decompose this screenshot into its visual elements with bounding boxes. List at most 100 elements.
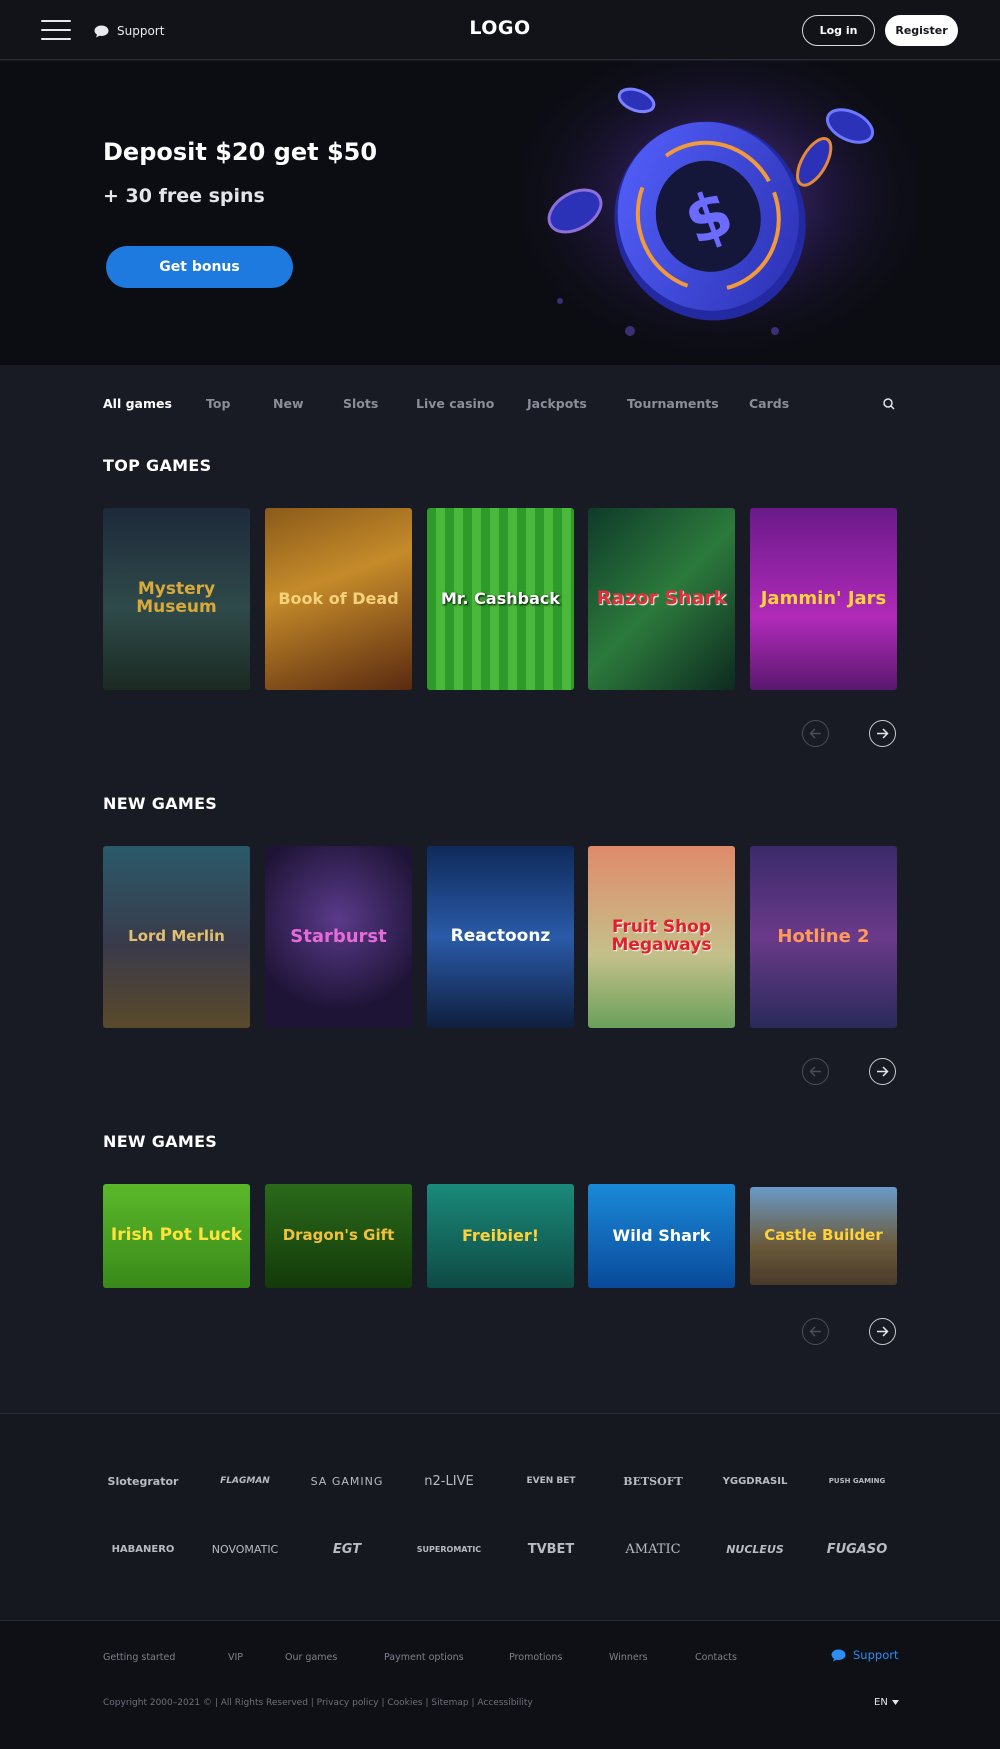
footer-link[interactable]: Contacts bbox=[695, 1652, 755, 1663]
provider-logo[interactable]: Slotegrator bbox=[93, 1466, 193, 1496]
carousel-prev-button[interactable] bbox=[802, 1058, 829, 1085]
arrow-right-icon bbox=[877, 1066, 889, 1077]
tab-live-casino[interactable]: Live casino bbox=[416, 396, 527, 414]
game-title: Dragon's Gift bbox=[282, 1226, 395, 1245]
footer-link[interactable]: Getting started bbox=[103, 1652, 228, 1663]
footer-link[interactable]: Winners bbox=[609, 1652, 695, 1663]
language-selector[interactable]: EN bbox=[874, 1697, 899, 1708]
section-title: NEW GAMES bbox=[103, 1132, 218, 1151]
provider-name: FLAGMAN bbox=[220, 1476, 270, 1486]
copyright-text: Copyright 2000–2021 © | All Rights Reser… bbox=[103, 1698, 533, 1708]
site-logo[interactable]: LOGO bbox=[440, 17, 560, 39]
game-tile[interactable]: Book of Dead bbox=[265, 508, 412, 690]
provider-name: SUPEROMATIC bbox=[416, 1544, 482, 1554]
provider-logo[interactable]: YGGDRASIL bbox=[705, 1466, 805, 1496]
support-link[interactable]: Support bbox=[94, 20, 164, 42]
footer-support-link[interactable]: Support bbox=[831, 1648, 898, 1662]
game-tile[interactable]: Starburst bbox=[265, 846, 412, 1028]
tab-tournaments[interactable]: Tournaments bbox=[627, 396, 749, 414]
provider-name: SA GAMING bbox=[310, 1474, 384, 1488]
chevron-down-icon bbox=[891, 1700, 899, 1705]
game-title: Mystery Museum bbox=[136, 579, 217, 617]
tab-top[interactable]: Top bbox=[206, 396, 273, 414]
provider-name: NOVOMATIC bbox=[211, 1542, 279, 1556]
game-title: Castle Builder bbox=[764, 1226, 883, 1245]
provider-logo[interactable]: NUCLEUS bbox=[705, 1534, 805, 1564]
provider-logo[interactable]: SA GAMING bbox=[297, 1466, 397, 1496]
site-footer bbox=[0, 1620, 1000, 1749]
game-title: Book of Dead bbox=[278, 588, 399, 608]
footer-link[interactable]: Payment options bbox=[384, 1652, 509, 1663]
game-title: Starburst bbox=[290, 925, 387, 947]
game-tile[interactable]: Irish Pot Luck bbox=[103, 1184, 250, 1288]
provider-logo[interactable]: EVEN BET bbox=[501, 1466, 601, 1496]
footer-nav: Getting started VIP Our games Payment op… bbox=[103, 1652, 755, 1663]
provider-logo[interactable]: FLAGMAN bbox=[195, 1466, 295, 1496]
tab-slots[interactable]: Slots bbox=[343, 396, 416, 414]
arrow-left-icon bbox=[809, 1066, 821, 1077]
provider-name: Slotegrator bbox=[107, 1474, 179, 1488]
provider-name: EGT bbox=[332, 1541, 362, 1557]
provider-logo[interactable]: PUSH GAMING bbox=[807, 1466, 907, 1496]
game-title: Razor Shark bbox=[596, 587, 727, 610]
carousel-next-button[interactable] bbox=[869, 1318, 896, 1345]
tab-cards[interactable]: Cards bbox=[749, 396, 799, 414]
game-tile[interactable]: Hotline 2 bbox=[750, 846, 897, 1028]
provider-logo[interactable]: AMATIC bbox=[603, 1534, 703, 1564]
game-tile[interactable]: Reactoonz bbox=[427, 846, 574, 1028]
game-tile[interactable]: Mystery Museum bbox=[103, 508, 250, 690]
game-tile[interactable]: Lord Merlin bbox=[103, 846, 250, 1028]
provider-logo[interactable]: SUPEROMATIC bbox=[399, 1534, 499, 1564]
providers-section bbox=[0, 1413, 1000, 1620]
section-title: NEW GAMES bbox=[103, 794, 218, 813]
tab-new[interactable]: New bbox=[273, 396, 343, 414]
provider-logo[interactable]: n2-LIVE bbox=[399, 1466, 499, 1496]
menu-icon[interactable] bbox=[41, 19, 71, 41]
footer-link[interactable]: VIP bbox=[228, 1652, 285, 1663]
game-title: Wild Shark bbox=[612, 1225, 711, 1245]
register-button[interactable]: Register bbox=[885, 15, 958, 46]
provider-name: PUSH GAMING bbox=[828, 1477, 886, 1485]
game-title: Hotline 2 bbox=[777, 925, 870, 947]
login-button[interactable]: Log in bbox=[802, 15, 875, 46]
game-tile[interactable]: Freibier! bbox=[427, 1184, 574, 1288]
game-title: Mr. Cashback bbox=[440, 588, 560, 608]
provider-name: HABANERO bbox=[111, 1543, 175, 1555]
game-tile[interactable]: Fruit Shop Megaways bbox=[588, 846, 735, 1028]
game-title: Irish Pot Luck bbox=[110, 1225, 243, 1246]
arrow-left-icon bbox=[809, 1326, 821, 1337]
footer-link[interactable]: Our games bbox=[285, 1652, 384, 1663]
provider-logo[interactable]: FUGASO bbox=[807, 1534, 907, 1564]
provider-name: FUGASO bbox=[826, 1541, 888, 1557]
arrow-right-icon bbox=[877, 1326, 889, 1337]
footer-support-label: Support bbox=[853, 1648, 899, 1662]
section-title: TOP GAMES bbox=[103, 456, 212, 475]
game-tile[interactable]: Razor Shark bbox=[588, 508, 735, 690]
provider-logo[interactable]: BETSOFT bbox=[603, 1466, 703, 1496]
casino-chip-illustration: $ bbox=[520, 61, 920, 365]
game-title: Fruit Shop Megaways bbox=[611, 917, 712, 955]
chat-bubble-icon bbox=[94, 25, 109, 37]
chat-bubble-icon bbox=[831, 1649, 846, 1661]
provider-logo[interactable]: HABANERO bbox=[93, 1534, 193, 1564]
game-tile[interactable]: Mr. Cashback bbox=[427, 508, 574, 690]
carousel-next-button[interactable] bbox=[869, 1058, 896, 1085]
carousel-prev-button[interactable] bbox=[802, 720, 829, 747]
game-tile[interactable]: Jammin' Jars bbox=[750, 508, 897, 690]
tab-all-games[interactable]: All games bbox=[103, 396, 206, 414]
get-bonus-button[interactable]: Get bonus bbox=[106, 246, 293, 288]
provider-logo[interactable]: NOVOMATIC bbox=[195, 1534, 295, 1564]
game-tile[interactable]: Dragon's Gift bbox=[265, 1184, 412, 1288]
provider-name: AMATIC bbox=[625, 1541, 681, 1557]
provider-logo[interactable]: EGT bbox=[297, 1534, 397, 1564]
game-tile[interactable]: Wild Shark bbox=[588, 1184, 735, 1288]
game-title: Lord Merlin bbox=[128, 927, 225, 946]
game-tile[interactable]: Castle Builder bbox=[750, 1187, 897, 1285]
game-category-tabs: All games Top New Slots Live casino Jack… bbox=[103, 396, 799, 414]
footer-link[interactable]: Promotions bbox=[509, 1652, 609, 1663]
carousel-next-button[interactable] bbox=[869, 720, 896, 747]
provider-logo[interactable]: TVBET bbox=[501, 1534, 601, 1564]
tab-jackpots[interactable]: Jackpots bbox=[527, 396, 627, 414]
search-icon[interactable] bbox=[882, 397, 896, 411]
carousel-prev-button[interactable] bbox=[802, 1318, 829, 1345]
